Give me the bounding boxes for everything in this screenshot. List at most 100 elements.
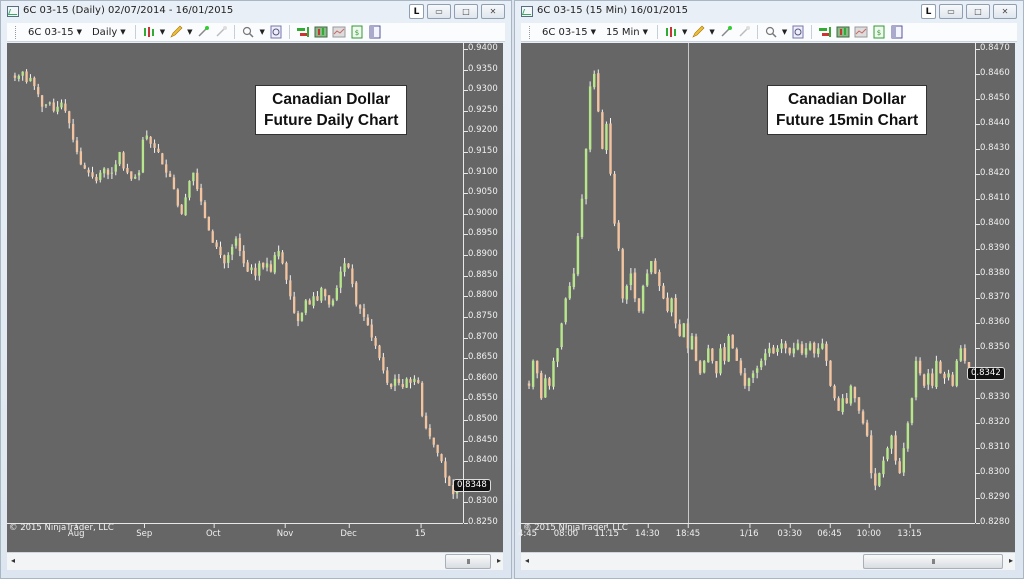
- candle-body-down: [324, 289, 327, 297]
- minimize-button[interactable]: ▭: [939, 4, 963, 19]
- candle-body-down: [215, 242, 218, 247]
- candle-body-down: [617, 222, 620, 249]
- interval-dropdown[interactable]: Daily ▼: [89, 27, 129, 38]
- instrument-dropdown[interactable]: 6C 03-15 ▼: [25, 27, 85, 38]
- candle-body-down: [366, 317, 370, 326]
- scroll-right-arrow-icon[interactable]: ▸: [497, 556, 501, 565]
- maximize-button[interactable]: □: [454, 4, 478, 19]
- candle: [719, 344, 722, 376]
- indicators-icon[interactable]: [332, 25, 346, 39]
- candle: [796, 339, 800, 351]
- candle-body-up: [592, 73, 596, 88]
- toolbar-grip[interactable]: [15, 25, 18, 39]
- candle: [747, 377, 751, 392]
- candle-body-up: [792, 348, 796, 354]
- horizontal-scrollbar[interactable]: ◂ III ▸: [7, 552, 503, 570]
- chevron-down-icon[interactable]: ▼: [782, 28, 787, 36]
- candle: [568, 282, 571, 300]
- toolbar-separator: [234, 25, 236, 39]
- global-crosshair-icon[interactable]: [737, 25, 751, 39]
- candle: [122, 151, 125, 171]
- chevron-down-icon[interactable]: ▼: [259, 28, 264, 36]
- price-chart-panel[interactable]: Canadian Dollar Future 15min Chart © 201…: [518, 43, 1015, 553]
- minimize-button[interactable]: ▭: [427, 4, 451, 19]
- scrollbar-thumb[interactable]: III: [445, 554, 491, 569]
- chart-style-icon[interactable]: [142, 25, 156, 39]
- candle: [963, 344, 967, 364]
- candle-body-up: [886, 448, 889, 460]
- y-tick-label: 0.8350: [976, 342, 1010, 353]
- scroll-right-arrow-icon[interactable]: ▸: [1009, 556, 1013, 565]
- candle-body-down: [71, 123, 75, 140]
- chevron-down-icon[interactable]: ▼: [682, 28, 687, 36]
- global-crosshair-icon[interactable]: [214, 25, 228, 39]
- interval-dropdown[interactable]: 15 Min ▼: [603, 27, 651, 38]
- svg-text:$: $: [355, 29, 359, 37]
- candle: [572, 267, 576, 290]
- candle-body-up: [141, 139, 145, 173]
- candle: [821, 338, 824, 350]
- toolbar-grip[interactable]: [529, 25, 532, 39]
- candle: [64, 99, 67, 113]
- candle: [817, 343, 820, 358]
- zoom-icon[interactable]: [764, 25, 778, 39]
- candle: [576, 232, 580, 277]
- candle: [784, 340, 787, 354]
- orders-icon[interactable]: [818, 25, 832, 39]
- price-chart-panel[interactable]: Canadian Dollar Future Daily Chart © 201…: [7, 43, 503, 553]
- zoom-icon[interactable]: [241, 25, 255, 39]
- candle-body-up: [902, 448, 906, 473]
- scrollbar-thumb[interactable]: III: [863, 554, 1003, 569]
- candle: [629, 268, 633, 291]
- candle-body-up: [48, 102, 52, 104]
- scroll-left-arrow-icon[interactable]: ◂: [11, 556, 15, 565]
- candle-body-down: [219, 246, 222, 256]
- chevron-down-icon[interactable]: ▼: [187, 28, 192, 36]
- title-bar[interactable]: 6C 03-15 (Daily) 02/07/2014 - 16/01/2015…: [1, 1, 511, 23]
- candle-body-up: [331, 300, 335, 306]
- candle: [894, 430, 897, 465]
- last-price-marker: 0.8348: [453, 479, 491, 492]
- chevron-down-icon[interactable]: ▼: [160, 28, 165, 36]
- candle: [134, 174, 137, 180]
- data-box-icon[interactable]: [269, 25, 283, 39]
- crosshair-icon[interactable]: [719, 25, 733, 39]
- chevron-down-icon[interactable]: ▼: [709, 28, 714, 36]
- candle: [935, 355, 938, 389]
- orders-icon[interactable]: [296, 25, 310, 39]
- annotation-line: Canadian Dollar: [788, 91, 907, 108]
- y-tick-label: 0.8370: [976, 292, 1010, 303]
- window-layout-icon[interactable]: [890, 25, 904, 39]
- link-button[interactable]: L: [921, 4, 936, 19]
- properties-icon[interactable]: $: [872, 25, 886, 39]
- candle-body-down: [203, 202, 207, 218]
- pencil-drawing-icon[interactable]: [691, 25, 705, 39]
- candle: [378, 344, 381, 361]
- annotation-line: Future Daily Chart: [264, 112, 399, 129]
- candle-body-down: [223, 255, 226, 264]
- candle-body-down: [743, 373, 747, 386]
- maximize-button[interactable]: □: [966, 4, 990, 19]
- candle-body-down: [527, 383, 531, 386]
- x-tick-label: 1/16: [739, 524, 759, 539]
- chart-style-icon[interactable]: [664, 25, 678, 39]
- window-layout-icon[interactable]: [368, 25, 382, 39]
- scroll-left-arrow-icon[interactable]: ◂: [525, 556, 529, 565]
- data-box-icon[interactable]: [791, 25, 805, 39]
- title-bar[interactable]: 6C 03-15 (15 Min) 16/01/2015 L ▭ □ ✕: [515, 1, 1023, 23]
- strategies-icon[interactable]: [314, 25, 328, 39]
- pencil-drawing-icon[interactable]: [169, 25, 183, 39]
- candle-body-down: [168, 173, 172, 177]
- crosshair-icon[interactable]: [196, 25, 210, 39]
- horizontal-scrollbar[interactable]: ◂ III ▸: [521, 552, 1015, 570]
- y-tick-label: 0.9400: [464, 43, 498, 53]
- indicators-icon[interactable]: [854, 25, 868, 39]
- close-button[interactable]: ✕: [993, 4, 1017, 19]
- close-button[interactable]: ✕: [481, 4, 505, 19]
- strategies-icon[interactable]: [836, 25, 850, 39]
- properties-icon[interactable]: $: [350, 25, 364, 39]
- candle-body-down: [662, 285, 665, 299]
- link-button[interactable]: L: [409, 4, 424, 19]
- instrument-dropdown[interactable]: 6C 03-15 ▼: [539, 27, 599, 38]
- candle-body-down: [401, 384, 404, 387]
